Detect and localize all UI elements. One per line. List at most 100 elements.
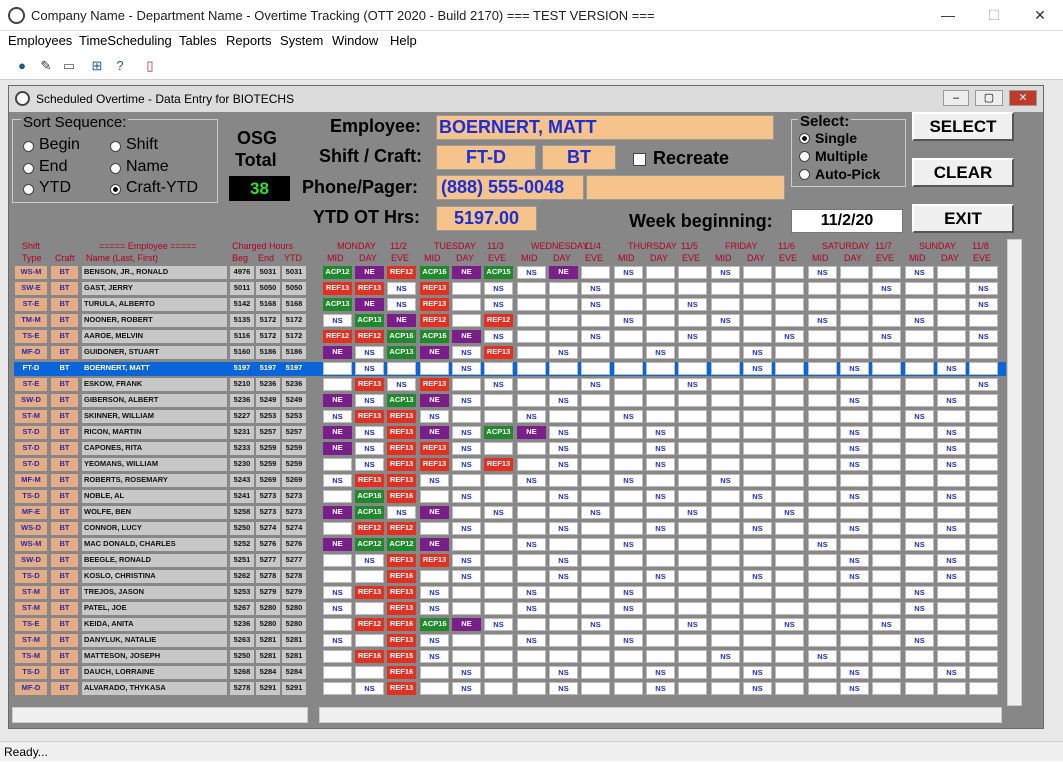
schedule-cell[interactable]: NS [840, 522, 869, 535]
schedule-cell[interactable] [775, 426, 804, 439]
schedule-cell[interactable] [581, 266, 610, 279]
schedule-cell[interactable]: REF13 [420, 442, 449, 455]
schedule-cell[interactable] [678, 474, 707, 487]
schedule-cell[interactable]: REF13 [420, 554, 449, 567]
schedule-cell[interactable] [840, 378, 869, 391]
schedule-cell[interactable]: NS [484, 378, 513, 391]
schedule-cell[interactable] [323, 618, 352, 631]
schedule-cell[interactable] [840, 346, 869, 359]
schedule-cell[interactable] [678, 266, 707, 279]
schedule-cell[interactable]: ACP12 [323, 266, 352, 279]
schedule-cell[interactable] [872, 554, 901, 567]
schedule-cell[interactable] [581, 682, 610, 695]
schedule-cell[interactable]: ACP13 [387, 394, 416, 407]
schedule-cell[interactable]: NS [517, 586, 546, 599]
pager-field[interactable] [586, 175, 785, 200]
schedule-cell[interactable]: REF13 [387, 474, 416, 487]
schedule-cell[interactable] [646, 650, 675, 663]
schedule-cell[interactable]: NE [323, 346, 352, 359]
schedule-cell[interactable]: NS [323, 474, 352, 487]
schedule-cell[interactable]: NS [872, 282, 901, 295]
schedule-cell[interactable] [517, 618, 546, 631]
schedule-cell[interactable] [711, 282, 740, 295]
schedule-cell[interactable] [969, 362, 998, 375]
schedule-cell[interactable] [484, 666, 513, 679]
schedule-cell[interactable] [484, 490, 513, 503]
schedule-cell[interactable] [678, 442, 707, 455]
schedule-cell[interactable] [969, 554, 998, 567]
schedule-cell[interactable]: ACP13 [355, 314, 384, 327]
menu-employees[interactable]: Employees [8, 33, 72, 48]
schedule-cell[interactable] [452, 298, 481, 311]
schedule-cell[interactable] [420, 490, 449, 503]
schedule-cell[interactable] [937, 586, 966, 599]
schedule-cell[interactable] [840, 618, 869, 631]
schedule-cell[interactable]: NS [614, 314, 643, 327]
schedule-cell[interactable] [969, 442, 998, 455]
table-row[interactable]: TS-D BT KOSLO, CHRISTINA 5262 5278 5278 REF16 N… [14, 570, 1006, 584]
schedule-cell[interactable] [872, 458, 901, 471]
schedule-cell[interactable] [711, 554, 740, 567]
schedule-cell[interactable] [581, 522, 610, 535]
schedule-cell[interactable]: NS [355, 346, 384, 359]
employee-field[interactable]: BOERNERT, MATT [436, 115, 774, 140]
schedule-cell[interactable]: NS [808, 266, 837, 279]
schedule-cell[interactable] [872, 442, 901, 455]
schedule-cell[interactable] [452, 634, 481, 647]
schedule-cell[interactable] [937, 650, 966, 663]
schedule-cell[interactable] [872, 538, 901, 551]
schedule-cell[interactable]: REF13 [484, 458, 513, 471]
schedule-cell[interactable] [937, 282, 966, 295]
table-row[interactable]: MF-D BT ALVARADO, THYKASA 5278 5291 5291 NS REF… [14, 682, 1006, 696]
schedule-cell[interactable] [646, 378, 675, 391]
schedule-cell[interactable] [646, 298, 675, 311]
schedule-cell[interactable]: REF13 [420, 298, 449, 311]
menu-reports[interactable]: Reports [226, 33, 272, 48]
schedule-cell[interactable] [775, 490, 804, 503]
schedule-cell[interactable] [969, 522, 998, 535]
schedule-cell[interactable] [905, 442, 934, 455]
schedule-cell[interactable] [614, 618, 643, 631]
menu-system[interactable]: System [280, 33, 323, 48]
schedule-cell[interactable]: REF13 [387, 554, 416, 567]
schedule-cell[interactable] [484, 522, 513, 535]
schedule-cell[interactable] [614, 330, 643, 343]
schedule-cell[interactable] [808, 666, 837, 679]
table-row[interactable]: FT-D BT BOERNERT, MATT 5197 5197 5197 NS NS NS NS… [14, 362, 1006, 376]
schedule-cell[interactable]: NS [743, 346, 772, 359]
schedule-cell[interactable]: NS [517, 538, 546, 551]
schedule-cell[interactable] [808, 586, 837, 599]
schedule-cell[interactable]: ACP12 [387, 538, 416, 551]
schedule-cell[interactable] [711, 570, 740, 583]
schedule-cell[interactable] [323, 522, 352, 535]
clear-button[interactable]: CLEAR [912, 158, 1014, 187]
schedule-cell[interactable] [937, 618, 966, 631]
schedule-cell[interactable]: NS [646, 442, 675, 455]
schedule-cell[interactable] [743, 426, 772, 439]
schedule-cell[interactable]: NS [549, 666, 578, 679]
schedule-cell[interactable]: NS [743, 570, 772, 583]
schedule-cell[interactable] [969, 426, 998, 439]
shift-field[interactable]: FT-D [436, 145, 536, 170]
schedule-cell[interactable] [808, 474, 837, 487]
schedule-cell[interactable] [840, 330, 869, 343]
schedule-cell[interactable] [484, 442, 513, 455]
schedule-cell[interactable] [969, 490, 998, 503]
schedule-cell[interactable]: NS [937, 442, 966, 455]
schedule-cell[interactable] [678, 346, 707, 359]
schedule-cell[interactable]: NS [646, 490, 675, 503]
schedule-cell[interactable]: NS [937, 554, 966, 567]
schedule-cell[interactable]: NS [646, 570, 675, 583]
schedule-cell[interactable] [581, 666, 610, 679]
schedule-cell[interactable] [743, 506, 772, 519]
schedule-cell[interactable]: NS [743, 666, 772, 679]
schedule-cell[interactable] [905, 298, 934, 311]
schedule-cell[interactable] [808, 458, 837, 471]
table-row[interactable]: MF-M BT ROBERTS, ROSEMARY 5243 5269 5269 NS REF… [14, 474, 1006, 488]
schedule-cell[interactable]: REF16 [387, 666, 416, 679]
schedule-cell[interactable]: NS [581, 618, 610, 631]
schedule-cell[interactable]: NS [969, 282, 998, 295]
schedule-cell[interactable]: REF13 [387, 602, 416, 615]
schedule-cell[interactable] [484, 682, 513, 695]
schedule-cell[interactable] [517, 490, 546, 503]
